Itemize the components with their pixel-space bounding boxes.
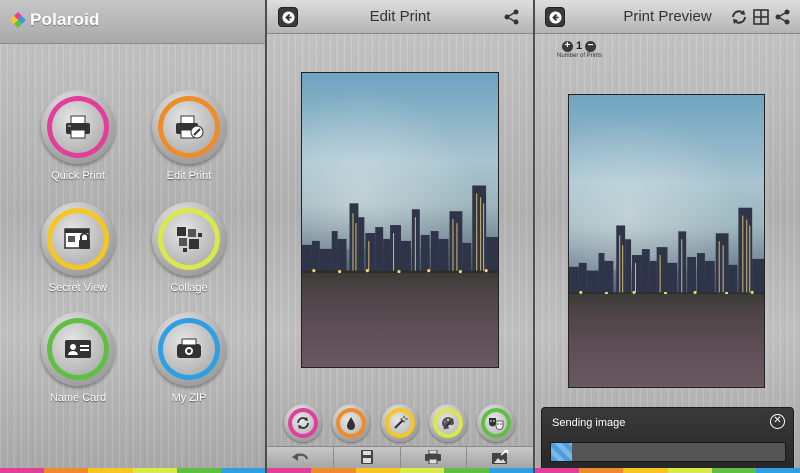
magic-wand-icon xyxy=(394,415,408,429)
palette-icon xyxy=(442,417,454,430)
send-progress-bar xyxy=(550,442,786,462)
my-zip-button[interactable]: My ZIP xyxy=(149,312,229,404)
name-card-button[interactable]: Name Card xyxy=(38,312,118,404)
export-icon xyxy=(492,450,509,464)
secret-view-button[interactable]: Secret View xyxy=(38,202,118,294)
polaroid-diamond-icon xyxy=(10,12,26,28)
city-skyline xyxy=(569,207,764,305)
edit-print-button[interactable]: Edit Print xyxy=(149,90,229,182)
preview-photo xyxy=(568,94,765,388)
name-card-label: Name Card xyxy=(49,392,107,404)
water-drop-icon xyxy=(347,417,355,430)
quick-print-button[interactable]: Quick Print xyxy=(38,90,118,182)
share-icon[interactable] xyxy=(503,8,521,26)
logo-text: Polaroid xyxy=(30,10,100,29)
close-icon: ✕ xyxy=(773,415,782,426)
edit-printer-icon xyxy=(176,115,204,139)
print-preview-screen: Print Preview + 1 − Number of Prints Sen… xyxy=(535,0,800,473)
filter-tool-button[interactable] xyxy=(429,404,467,442)
enhance-tool-button[interactable] xyxy=(381,404,419,442)
increment-prints-button[interactable]: + xyxy=(561,40,573,52)
city-skyline xyxy=(302,185,498,283)
page-title: Edit Print xyxy=(369,8,431,25)
grid-layout-icon[interactable] xyxy=(752,8,770,26)
color-strip xyxy=(267,468,533,473)
color-adjust-tool-button[interactable] xyxy=(332,404,370,442)
rotate-tool-button[interactable] xyxy=(284,404,322,442)
close-dialog-button[interactable]: ✕ xyxy=(770,414,785,429)
print-count-control: + 1 − Number of Prints xyxy=(557,40,603,59)
decrement-prints-button[interactable]: − xyxy=(585,40,597,52)
id-card-icon xyxy=(65,340,91,358)
collage-label: Collage xyxy=(170,282,208,294)
quick-print-label: Quick Print xyxy=(51,170,105,182)
print-icon xyxy=(425,450,442,464)
refresh-icon[interactable] xyxy=(730,8,748,26)
rotate-icon xyxy=(297,417,309,429)
undo-button[interactable] xyxy=(267,447,334,468)
my-zip-label: My ZIP xyxy=(171,392,207,404)
color-strip xyxy=(535,468,800,473)
color-strip xyxy=(0,468,265,473)
export-button[interactable] xyxy=(467,447,533,468)
photo-canvas[interactable] xyxy=(301,72,499,368)
theater-masks-icon xyxy=(489,418,504,430)
edit-tools xyxy=(267,404,533,444)
sending-dialog: Sending image ✕ xyxy=(541,407,794,473)
share-icon[interactable] xyxy=(774,8,792,26)
save-button[interactable] xyxy=(334,447,401,468)
lock-window-icon xyxy=(64,228,90,249)
undo-icon xyxy=(291,453,308,461)
progress-fill xyxy=(551,443,573,461)
edit-print-label: Edit Print xyxy=(166,170,212,182)
save-icon xyxy=(360,450,373,464)
secret-view-label: Secret View xyxy=(48,282,108,294)
effects-tool-button[interactable] xyxy=(477,404,515,442)
print-button[interactable] xyxy=(401,447,468,468)
edit-action-bar xyxy=(267,446,533,468)
collage-button[interactable]: Collage xyxy=(149,202,229,294)
sending-title: Sending image xyxy=(552,417,626,429)
edit-print-screen: Edit Print xyxy=(267,0,533,473)
zip-printer-icon xyxy=(177,338,201,358)
polaroid-logo: Polaroid xyxy=(10,10,100,30)
print-count-label: Number of Prints xyxy=(557,53,603,59)
printer-icon xyxy=(66,115,90,139)
collage-icon xyxy=(177,227,202,252)
home-screen: Polaroid Quick Print Edit Print Secret V… xyxy=(0,0,265,473)
print-count-value: 1 xyxy=(575,40,583,52)
